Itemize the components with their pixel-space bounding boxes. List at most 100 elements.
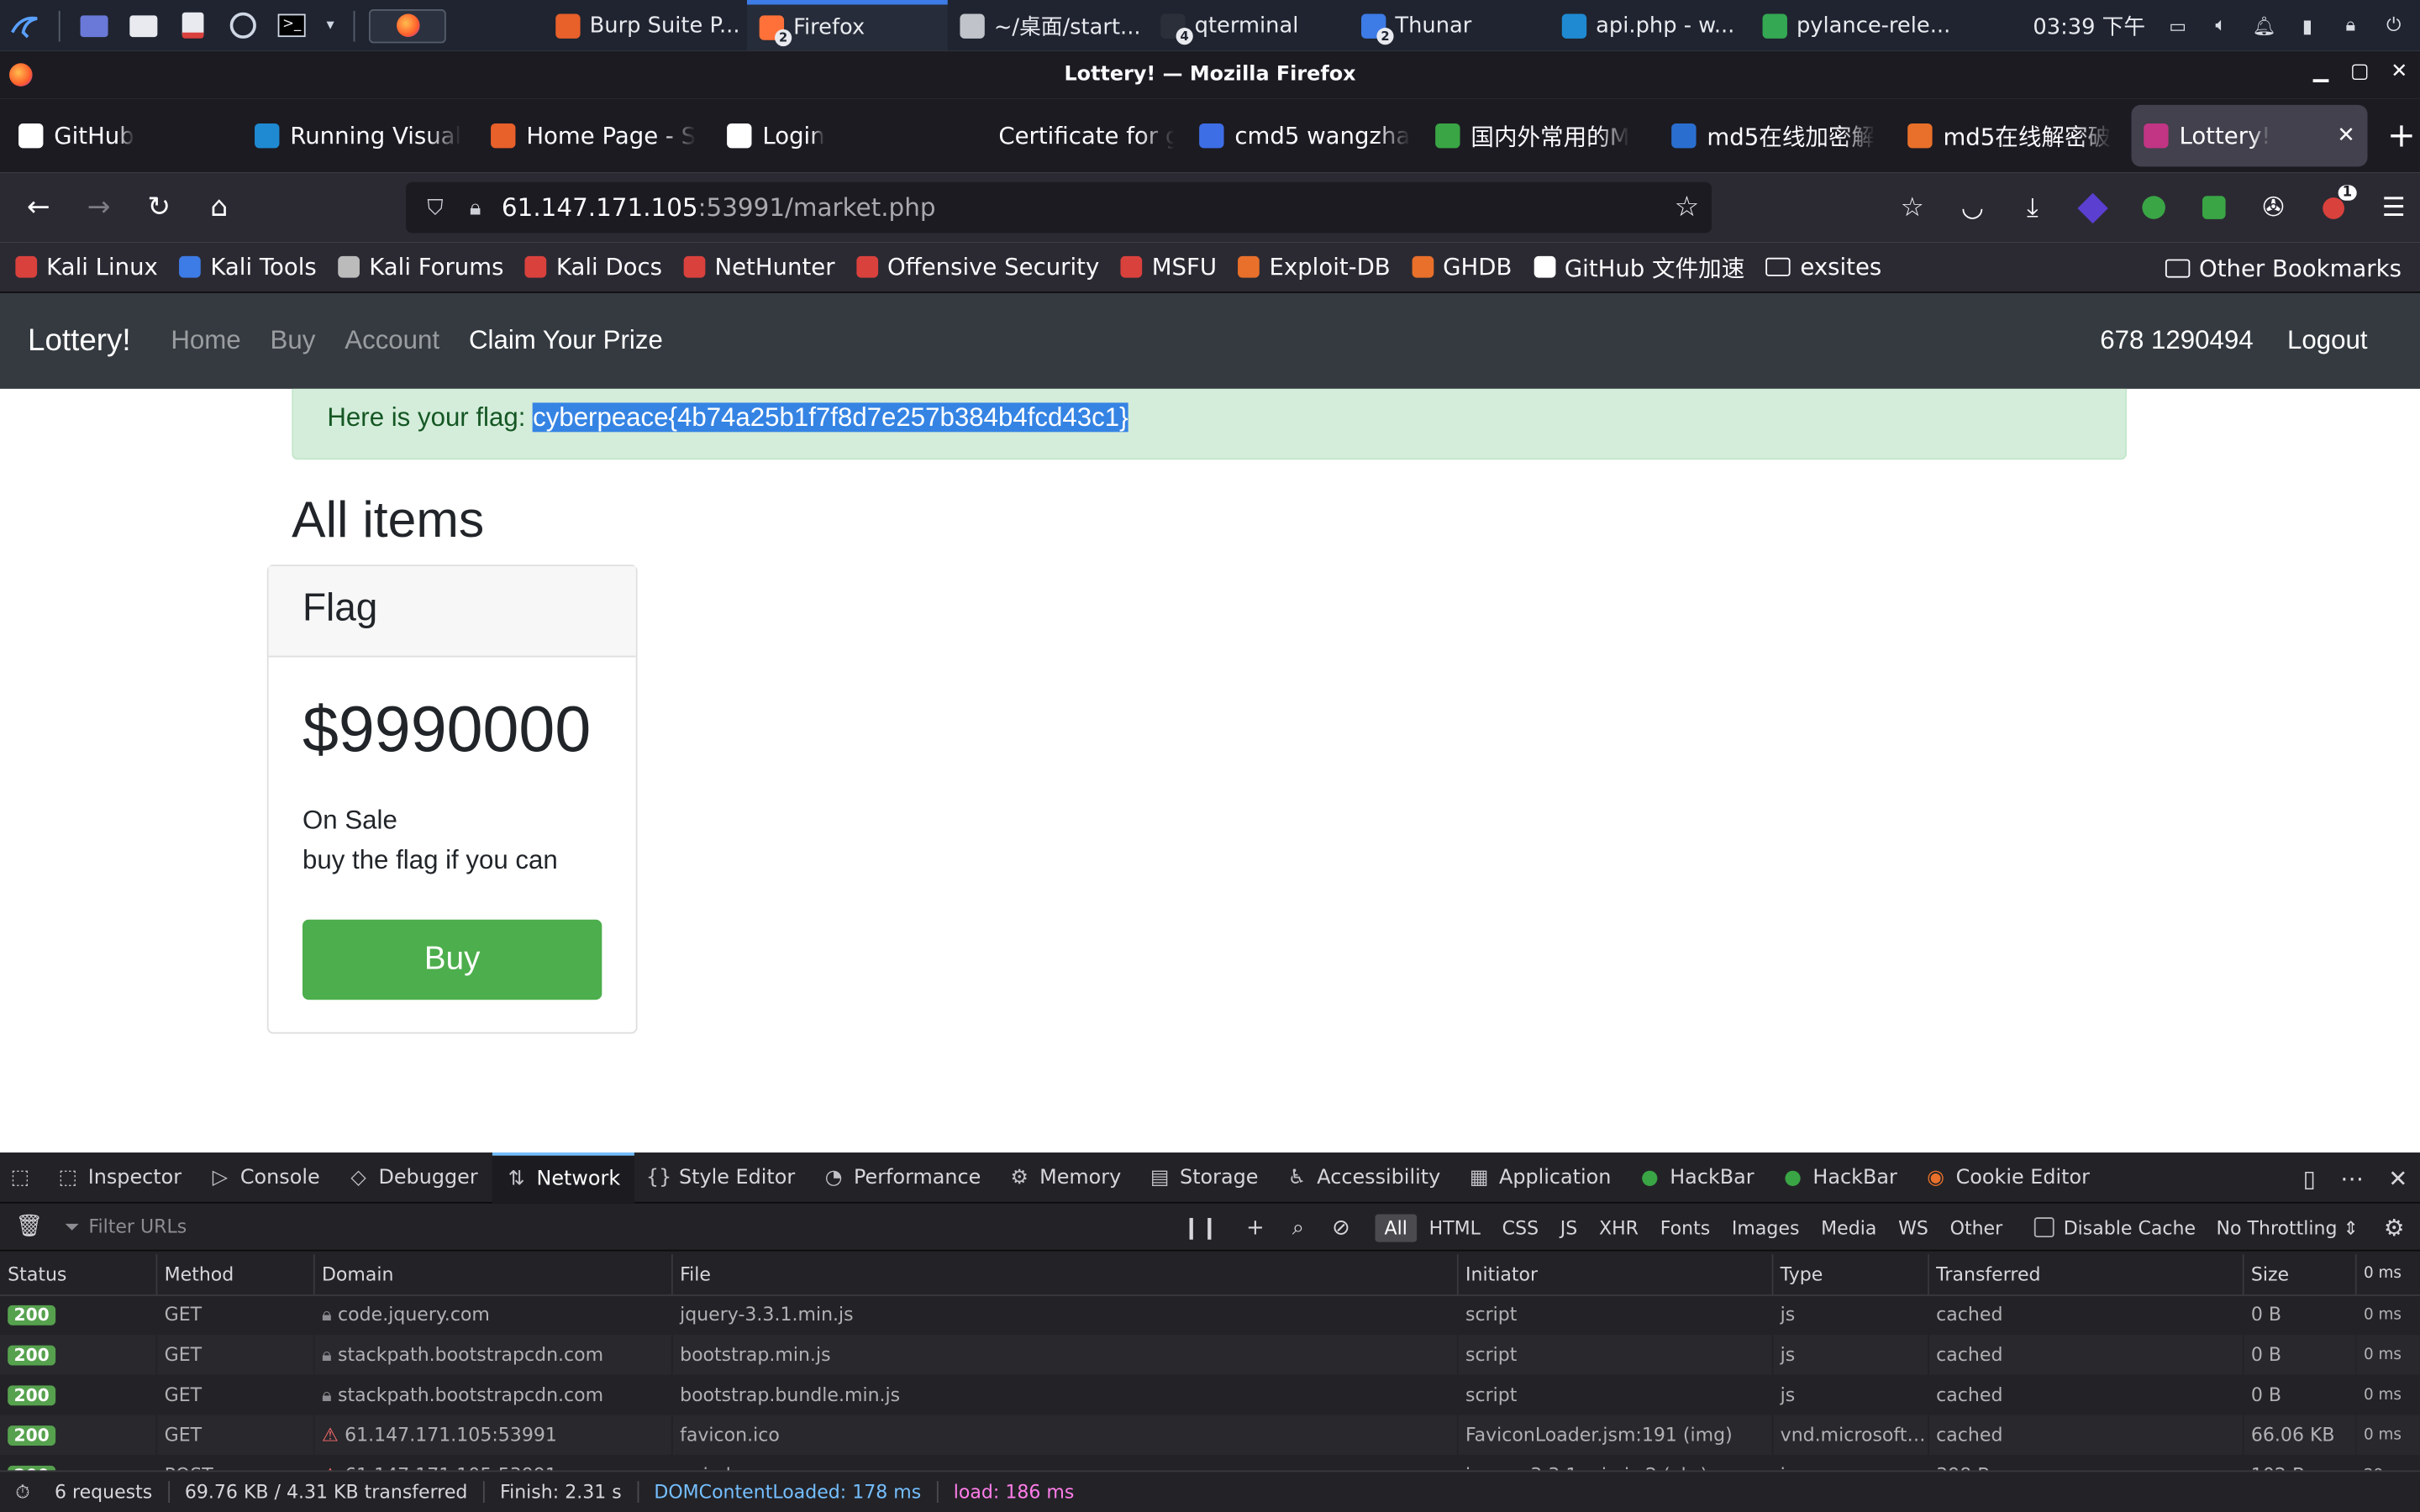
devtools-tab[interactable]: ⬚ Inspector [43, 1152, 195, 1203]
column-header[interactable]: File [671, 1254, 1458, 1295]
filter-urls[interactable]: ⏷ Filter URLs [65, 1215, 187, 1238]
type-filter-xhr[interactable]: XHR [1590, 1214, 1648, 1242]
display-icon[interactable]: ▭ [2167, 14, 2189, 36]
bookmark-item[interactable]: exsites [1765, 250, 1881, 283]
devtools-tab[interactable]: ▤ Storage [1135, 1152, 1272, 1203]
bookmark-item[interactable]: Kali Forums [338, 250, 503, 283]
firefox-launcher-icon[interactable] [368, 8, 446, 43]
pocket-icon[interactable]: ◡ [1955, 191, 1989, 224]
menu-icon[interactable]: ☰ [2377, 191, 2411, 224]
home-button[interactable]: ⌂ [190, 181, 249, 234]
column-header[interactable]: 0 ms [2354, 1254, 2420, 1295]
extension-icon[interactable] [2196, 191, 2230, 224]
desktop-icon[interactable] [74, 8, 114, 42]
close-tab-icon[interactable]: ✕ [2337, 123, 2355, 148]
bookmark-item[interactable]: NetHunter [683, 250, 835, 283]
column-header[interactable]: Method [155, 1254, 314, 1295]
bookmark-item[interactable]: GitHub 文件加速 [1534, 250, 1744, 283]
volume-icon[interactable]: 🔈︎ [2210, 14, 2232, 36]
browser-tab[interactable]: md5在线加密解 [1659, 105, 1895, 166]
type-filter-all[interactable]: All [1375, 1213, 1417, 1242]
devtools-tab[interactable]: ⇅ Network [492, 1152, 634, 1203]
close-devtools-icon[interactable]: ✕ [2388, 1164, 2407, 1192]
column-header[interactable]: Size [2242, 1254, 2356, 1295]
bookmarks-menu-icon[interactable]: ☆ [1896, 191, 1929, 224]
gear-icon[interactable]: ⚙ [2384, 1215, 2405, 1242]
bookmark-item[interactable]: Kali Docs [525, 250, 662, 283]
taskbar-task[interactable]: Burp Suite P... [544, 0, 747, 51]
extension-icon[interactable]: 1 [2317, 184, 2357, 224]
devtools-tab[interactable]: ◔ Performance [809, 1152, 995, 1203]
nav-account[interactable]: Account [345, 326, 439, 357]
type-filter-html[interactable]: HTML [1420, 1214, 1490, 1242]
block-icon[interactable]: ⊘ [1332, 1215, 1350, 1239]
devtools-tab[interactable]: ⚙ Memory [995, 1152, 1135, 1203]
column-header[interactable]: Initiator [1456, 1254, 1773, 1295]
bookmark-star-icon[interactable]: ☆ [1675, 192, 1700, 224]
devtools-tab[interactable]: ▷ Console [196, 1152, 334, 1203]
taskbar-task[interactable]: pylance-rele... [1750, 0, 1951, 51]
power-icon[interactable]: ⏻ [2383, 14, 2405, 36]
extension-icon[interactable]: ✇ [2256, 191, 2290, 224]
terminal-icon[interactable]: >_ [271, 8, 312, 42]
lock-icon[interactable]: 🔒︎ [2339, 14, 2361, 36]
bookmark-item[interactable]: GHDB [1412, 250, 1512, 283]
reload-button[interactable]: ↻ [129, 181, 188, 234]
nav-buy[interactable]: Buy [271, 326, 316, 357]
type-filter-other[interactable]: Other [1941, 1214, 2012, 1242]
nav-home[interactable]: Home [171, 326, 240, 357]
browser-icon[interactable] [222, 8, 262, 42]
column-header[interactable]: Type [1771, 1254, 1928, 1295]
search-icon[interactable]: ⌕ [1292, 1215, 1304, 1239]
buy-button[interactable]: Buy [302, 919, 602, 1000]
type-filter-js[interactable]: JS [1551, 1214, 1587, 1242]
taskbar-task[interactable]: api.php - w... [1549, 0, 1750, 51]
lock-icon[interactable]: 🔒︎ [461, 194, 489, 222]
browser-tab[interactable]: cmd5 wangzha [1186, 105, 1423, 166]
devtools-tab[interactable]: ● HackBar [1768, 1152, 1911, 1203]
close-icon[interactable]: ✕ [2391, 60, 2407, 84]
column-header[interactable]: Transferred [1928, 1254, 2244, 1295]
browser-tab[interactable]: Login [714, 105, 950, 166]
extension-icon[interactable] [2075, 191, 2109, 224]
type-filter-media[interactable]: Media [1812, 1214, 1886, 1242]
text-editor-icon[interactable] [173, 8, 213, 42]
table-row[interactable]: 200 GET 🔒︎ code.jquery.com jquery-3.3.1.min.… [0, 1294, 2420, 1335]
notification-bell-icon[interactable]: 🔔︎ [2253, 14, 2276, 36]
other-bookmarks[interactable]: Other Bookmarks [2165, 255, 2402, 282]
throttling-select[interactable]: No Throttling ⇕ [2217, 1204, 2359, 1252]
browser-tab[interactable]: Running Visual [242, 105, 478, 166]
extension-icon[interactable] [2136, 191, 2170, 224]
type-filter-ws[interactable]: WS [1889, 1214, 1938, 1242]
files-icon[interactable] [124, 8, 164, 42]
column-header[interactable]: Domain [313, 1254, 672, 1295]
pause-icon[interactable]: ❙❙ [1182, 1215, 1218, 1239]
bookmark-item[interactable]: Offensive Security [856, 250, 1099, 283]
devtools-tab[interactable]: ♿︎ Accessibility [1272, 1152, 1455, 1203]
kali-menu-icon[interactable] [5, 8, 45, 42]
disable-cache-toggle[interactable]: Disable Cache [2033, 1204, 2196, 1252]
logout-link[interactable]: Logout [2287, 326, 2368, 357]
table-row[interactable]: 200 GET ⚠ 61.147.171.105:53991 favicon.ico Fa… [0, 1415, 2420, 1456]
new-tab-button[interactable]: + [2383, 117, 2420, 155]
devtools-tab[interactable]: ◉ Cookie Editor [1911, 1152, 2103, 1203]
table-row[interactable]: 200 GET 🔒︎ stackpath.bootstrapcdn.com bootst… [0, 1334, 2420, 1375]
devtools-tab[interactable]: {} Style Editor [634, 1152, 809, 1203]
column-header[interactable]: Status [0, 1254, 157, 1295]
bookmark-item[interactable]: Exploit-DB [1238, 250, 1391, 283]
table-row[interactable]: 200 GET 🔒︎ stackpath.bootstrapcdn.com bootst… [0, 1375, 2420, 1415]
more-options-icon[interactable]: ⋯ [2340, 1164, 2364, 1192]
downloads-icon[interactable]: ⤓ [2016, 191, 2049, 224]
back-button[interactable]: ← [9, 181, 68, 234]
browser-tab[interactable]: md5在线解密破 [1896, 105, 2132, 166]
browser-tab[interactable]: Lottery! ✕ [2131, 104, 2368, 167]
timeline-icon[interactable]: ⏱ [15, 1480, 39, 1504]
url-bar[interactable]: ⛉ 🔒︎ 61.147.171.105:53991/market.php ☆ [406, 181, 1712, 234]
nav-claim-prize[interactable]: Claim Your Prize [469, 326, 663, 357]
devtools-tab[interactable]: ◇ Debugger [334, 1152, 492, 1203]
checkbox-icon[interactable] [2033, 1217, 2054, 1238]
dock-icon[interactable]: ▯ [2303, 1164, 2316, 1192]
browser-tab[interactable]: 国内外常用的M [1423, 105, 1659, 166]
browser-tab[interactable]: Home Page - S [478, 105, 714, 166]
forward-button[interactable]: → [70, 181, 129, 234]
